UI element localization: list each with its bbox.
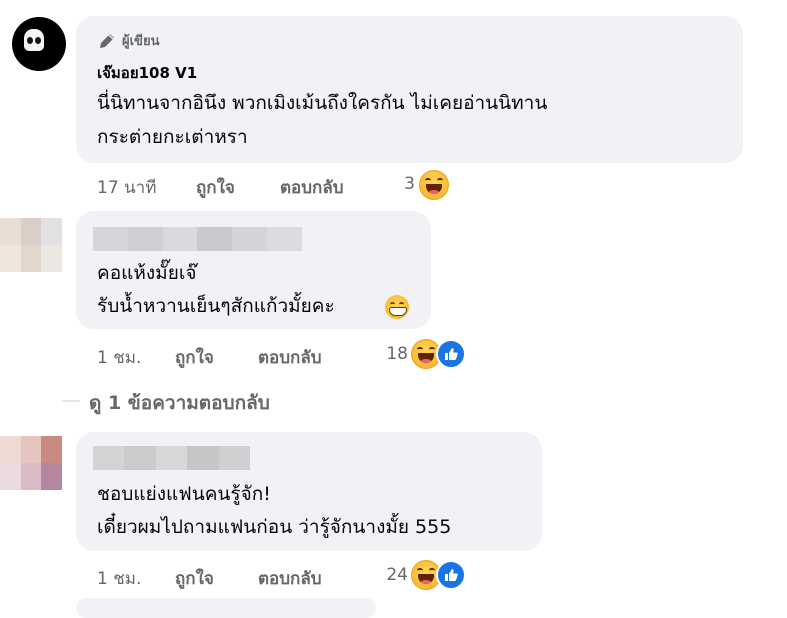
comment-text-line-2: เดี๋ยวผมไปถามแฟนก่อน ว่ารู้จักนางมั้ย 55…: [97, 516, 452, 538]
comment-text-line-1: ชอบแย่งแฟนคนรู้จัก!: [97, 483, 271, 505]
comment-author-name[interactable]: เจ๊มอย108 V1: [97, 61, 197, 85]
like-button[interactable]: ถูกใจ: [175, 565, 214, 592]
comment-text-line-2: รับน้ำหวานเย็นๆสักแก้วมั้ยคะ: [97, 295, 335, 317]
reply-button[interactable]: ตอบกลับ: [258, 565, 322, 592]
avatar[interactable]: [0, 218, 62, 272]
comment-text-line-1: นี่นิทานจากอินึง พวกเมิงเม้นถึงใครกัน ไม…: [97, 92, 548, 114]
avatar[interactable]: [0, 436, 62, 490]
like-button[interactable]: ถูกใจ: [175, 344, 214, 371]
author-avatar[interactable]: [12, 17, 66, 71]
blurred-author-name[interactable]: [93, 446, 251, 470]
comment-timestamp[interactable]: 17 นาที: [97, 174, 156, 201]
blurred-author-name[interactable]: [93, 227, 302, 251]
grinning-face-icon: [385, 295, 409, 319]
comment-timestamp[interactable]: 1 ชม.: [97, 344, 141, 371]
comment-timestamp[interactable]: 1 ชม.: [97, 565, 141, 592]
comment-text-line-2: กระต่ายกะเต่าหรา: [97, 126, 248, 148]
view-replies-link[interactable]: ดู 1 ข้อความตอบกลับ: [89, 388, 270, 418]
like-icon[interactable]: [436, 560, 466, 590]
reply-button[interactable]: ตอบกลับ: [258, 344, 322, 371]
thread-connector: [62, 400, 80, 402]
like-button[interactable]: ถูกใจ: [196, 174, 235, 201]
comment-bubble-partial: [76, 598, 376, 618]
haha-icon[interactable]: [419, 170, 449, 200]
comment-text-line-1: คอแห้งมั๊ยเจ๊: [97, 262, 197, 284]
author-badge: ผู้เขียน: [97, 30, 159, 51]
reply-button[interactable]: ตอบกลับ: [280, 174, 344, 201]
reaction-count[interactable]: 18: [380, 344, 408, 364]
reaction-count[interactable]: 24: [380, 565, 408, 585]
author-badge-label: ผู้เขียน: [122, 34, 160, 49]
like-icon[interactable]: [436, 339, 466, 369]
reaction-count[interactable]: 3: [395, 174, 415, 194]
pencil-icon: [100, 33, 114, 48]
